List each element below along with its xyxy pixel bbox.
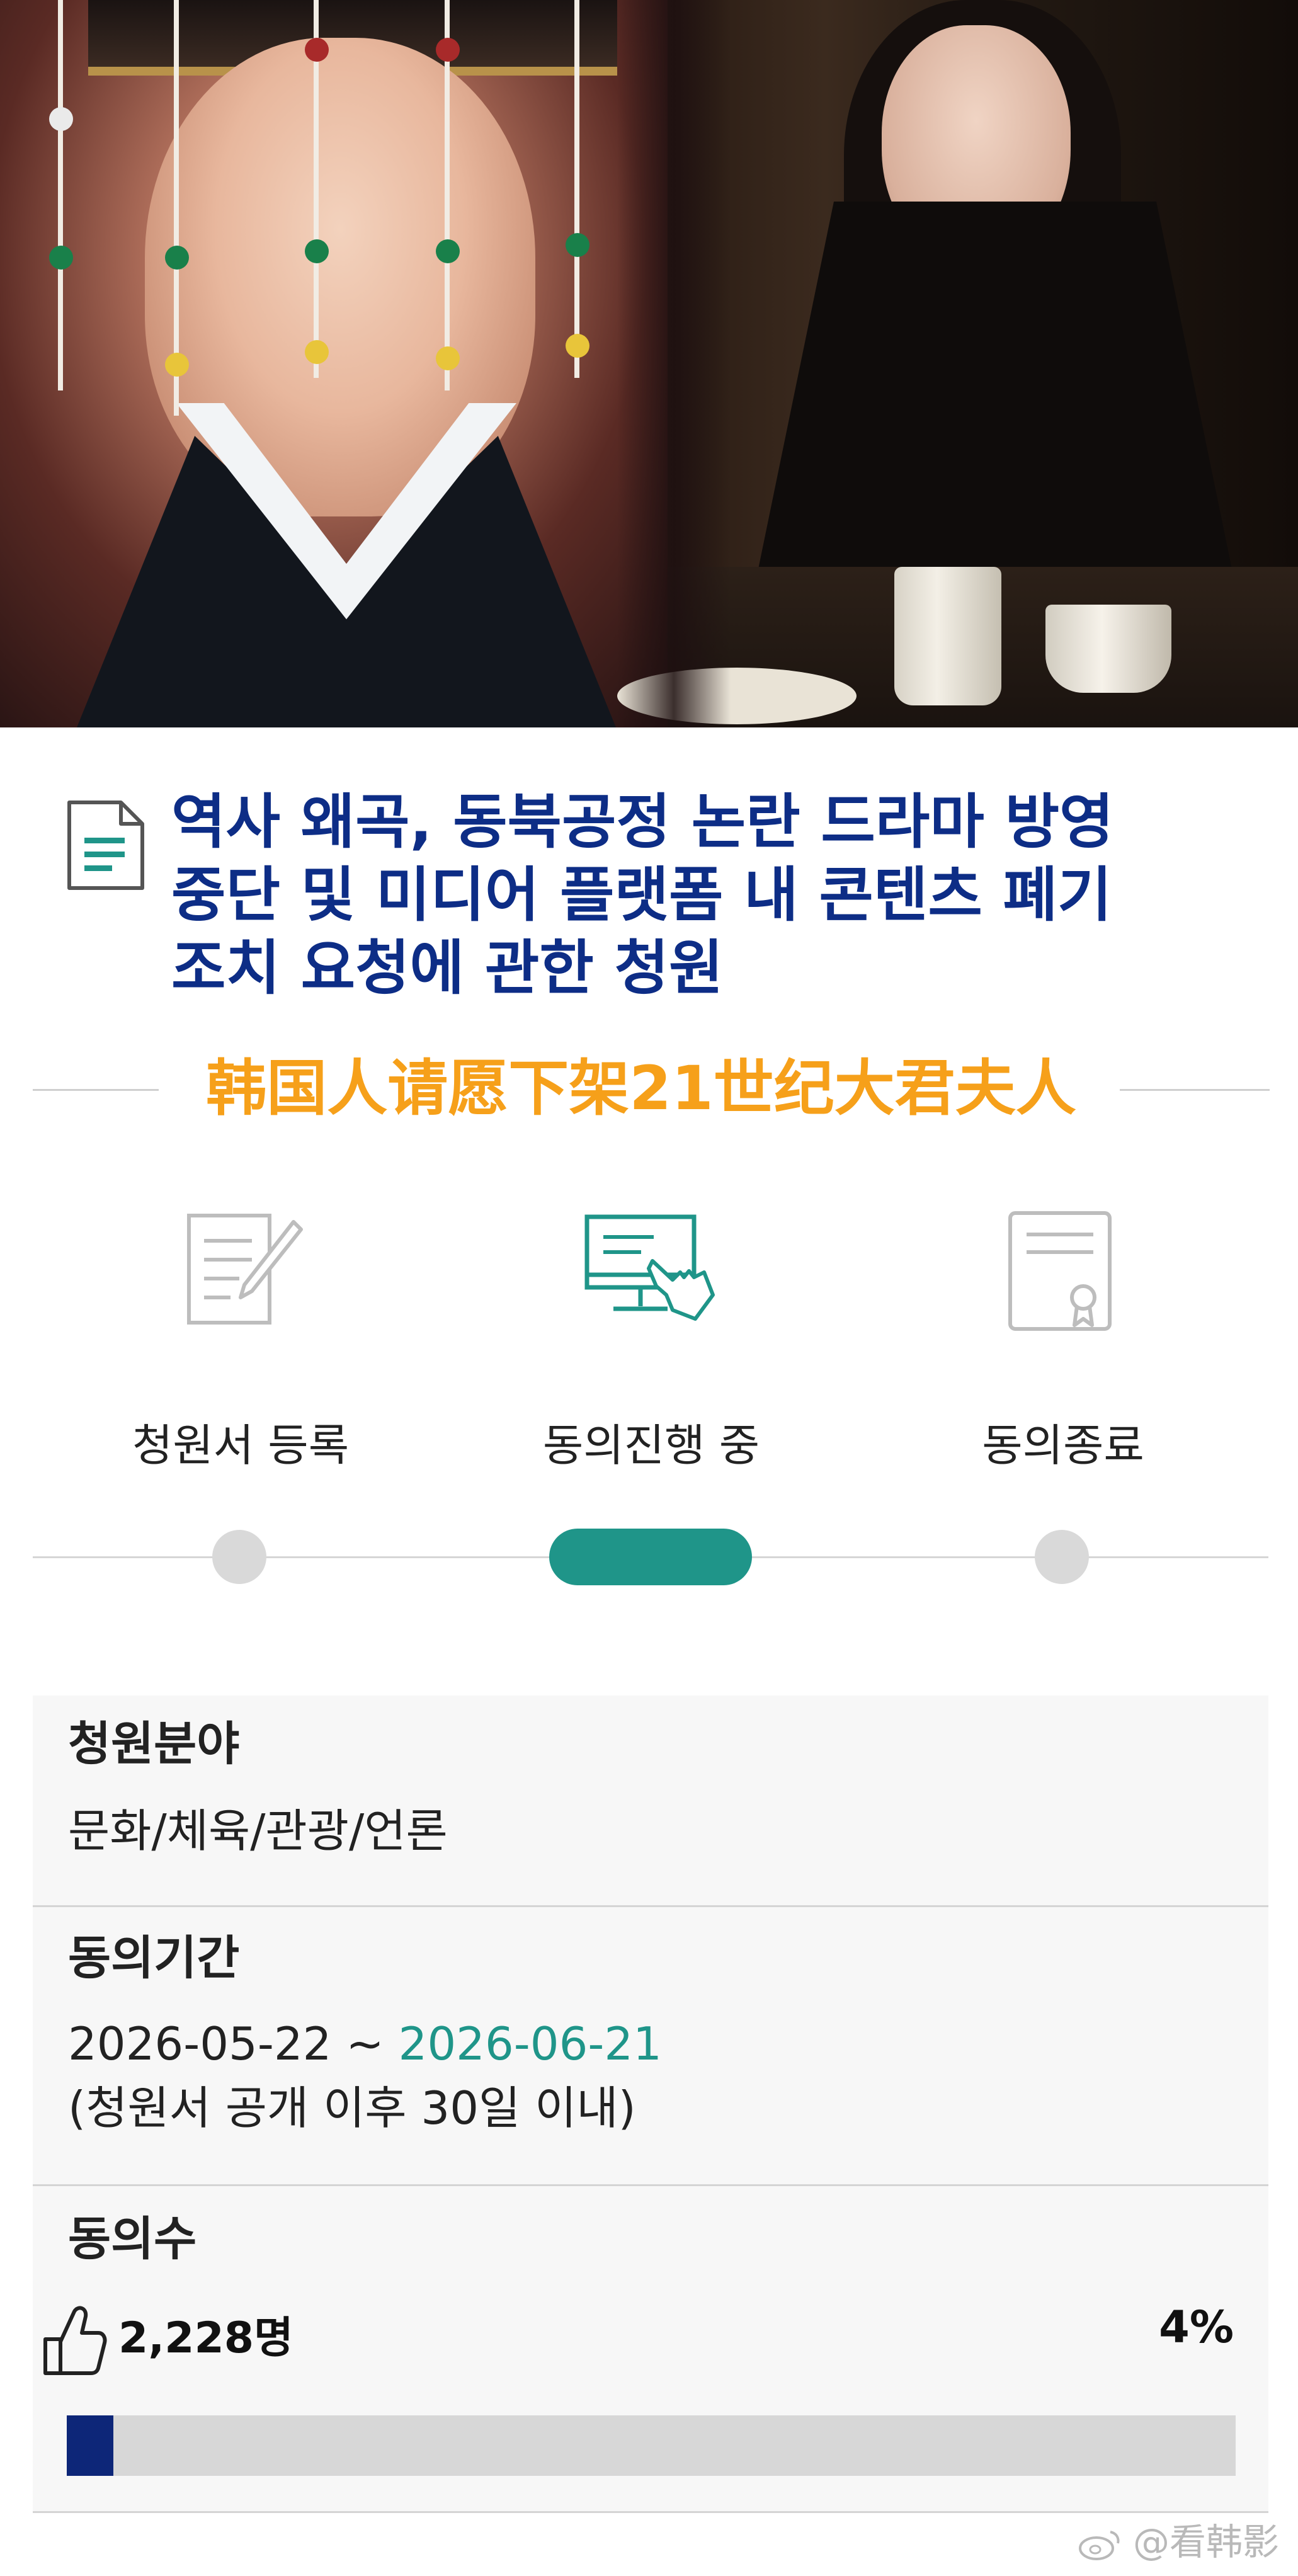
watermark-text: @看韩影 bbox=[1132, 2521, 1279, 2563]
hero-left-panel bbox=[0, 0, 705, 727]
tea-bowl bbox=[1045, 605, 1171, 693]
hero-image bbox=[0, 0, 1298, 727]
step-label-in-progress: 동의진행 중 bbox=[542, 1420, 760, 1471]
overlay-caption: 韩国人请愿下架21世纪大君夫人 bbox=[206, 1053, 1076, 1124]
bead-string bbox=[574, 0, 579, 378]
step-dot-registered bbox=[212, 1530, 266, 1584]
agree-progress-bar bbox=[67, 2415, 1236, 2476]
section-divider bbox=[33, 1905, 1268, 1907]
petition-title: 역사 왜곡, 동북공정 논란 드라마 방영 중단 및 미디어 플랫폼 내 콘텐츠… bbox=[171, 786, 1242, 1005]
bead bbox=[165, 246, 189, 270]
certificate-icon bbox=[1008, 1211, 1112, 1331]
agree-count: 2,228명 bbox=[118, 2313, 293, 2363]
bead bbox=[566, 233, 589, 257]
bead bbox=[165, 353, 189, 377]
agree-progress-fill bbox=[67, 2415, 114, 2476]
bead bbox=[436, 239, 460, 263]
bead bbox=[305, 340, 329, 364]
tea-cup bbox=[894, 567, 1001, 705]
step-label-registered: 청원서 등록 bbox=[132, 1420, 350, 1471]
document-pen-icon bbox=[187, 1214, 303, 1325]
document-icon bbox=[67, 801, 144, 890]
bead bbox=[566, 334, 589, 358]
monitor-hand-icon bbox=[584, 1214, 715, 1321]
title-line: 역사 왜곡, 동북공정 논란 드라마 방영 bbox=[171, 788, 1114, 857]
watermark: @看韩影 bbox=[1078, 2517, 1279, 2567]
period-note: (청원서 공개 이후 30일 이내) bbox=[68, 2082, 636, 2134]
field-heading: 청원분야 bbox=[68, 1717, 240, 1771]
agree-heading: 동의수 bbox=[68, 2212, 197, 2266]
period-heading: 동의기간 bbox=[68, 1931, 240, 1985]
bead bbox=[305, 38, 329, 62]
agree-percent: 4% bbox=[1159, 2301, 1234, 2353]
period-start: 2026-05-22 bbox=[68, 2017, 332, 2070]
period-range: 2026-05-22 ~ 2026-06-21 bbox=[68, 2015, 662, 2072]
step-label-closed: 동의종료 bbox=[982, 1420, 1144, 1471]
bead bbox=[436, 346, 460, 370]
bead bbox=[305, 239, 329, 263]
bead bbox=[49, 107, 73, 131]
period-separator: ~ bbox=[331, 2017, 399, 2070]
field-value: 문화/체육/관광/언론 bbox=[68, 1804, 448, 1857]
petition-info-panel: 청원분야 문화/체육/관광/언론 동의기간 2026-05-22 ~ 2026-… bbox=[33, 1695, 1268, 2511]
hero-seam bbox=[617, 0, 731, 727]
bead bbox=[49, 246, 73, 270]
weibo-icon bbox=[1078, 2530, 1120, 2560]
step-dot-active bbox=[549, 1529, 752, 1585]
bead bbox=[436, 38, 460, 62]
step-dot-closed bbox=[1035, 1530, 1089, 1584]
title-line: 중단 및 미디어 플랫폼 내 콘텐츠 폐기 bbox=[171, 861, 1112, 930]
bead-string bbox=[58, 0, 63, 390]
section-divider bbox=[33, 2184, 1268, 2186]
thumbs-up-icon bbox=[43, 2306, 107, 2375]
title-line: 조치 요청에 관한 청원 bbox=[171, 934, 724, 1003]
caption-divider-left bbox=[33, 1089, 159, 1091]
period-end: 2026-06-21 bbox=[398, 2017, 662, 2070]
caption-divider-right bbox=[1120, 1089, 1270, 1091]
section-divider bbox=[33, 2511, 1268, 2513]
